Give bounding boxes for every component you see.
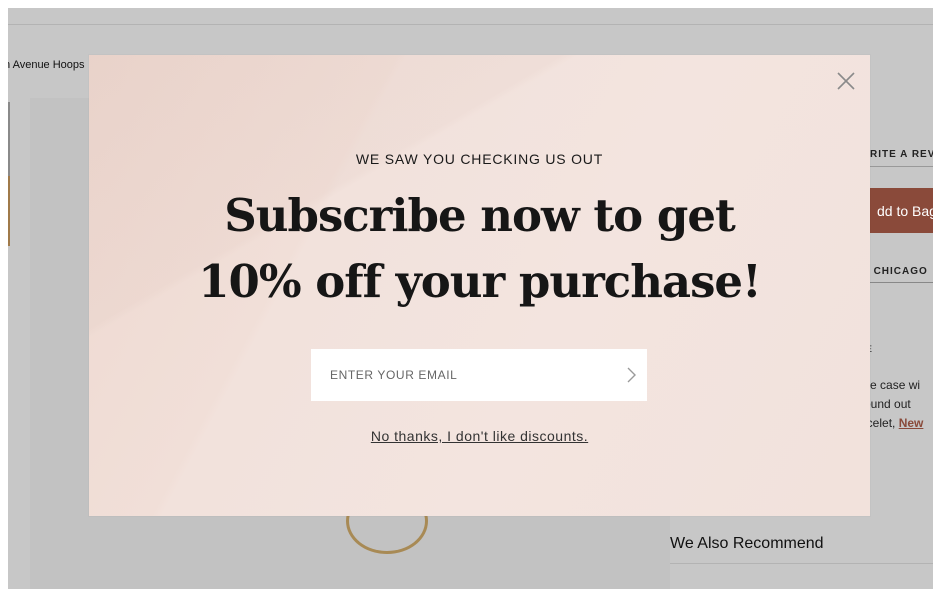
store-location-link[interactable]: | CHICAGO [866,266,928,277]
decline-link[interactable]: No thanks, I don't like discounts. [89,428,870,444]
modal-headline: Subscribe now to get 10% off your purcha… [89,183,870,315]
recommend-divider [670,563,933,564]
location-underline [866,282,933,283]
headline-line: 10% off your purchase! [198,255,762,308]
subscribe-modal: WE SAW YOU CHECKING US OUT Subscribe now… [89,55,870,516]
modal-eyebrow: WE SAW YOU CHECKING US OUT [355,151,604,167]
thumbnail-selected[interactable] [8,176,10,246]
add-to-bag-button[interactable]: dd to Bag [863,188,933,233]
email-input[interactable] [311,349,611,401]
email-form [311,349,647,401]
write-review-link[interactable]: RITE A REVIE [870,149,933,160]
description-link[interactable]: New [899,416,924,430]
close-icon[interactable] [835,70,857,92]
breadcrumb[interactable]: n Avenue Hoops [8,59,85,71]
headline-line: Subscribe now to get [224,189,735,242]
chevron-right-icon[interactable] [621,364,641,386]
review-underline [870,166,933,167]
header-divider [8,24,933,25]
recommend-heading: We Also Recommend [670,535,824,552]
